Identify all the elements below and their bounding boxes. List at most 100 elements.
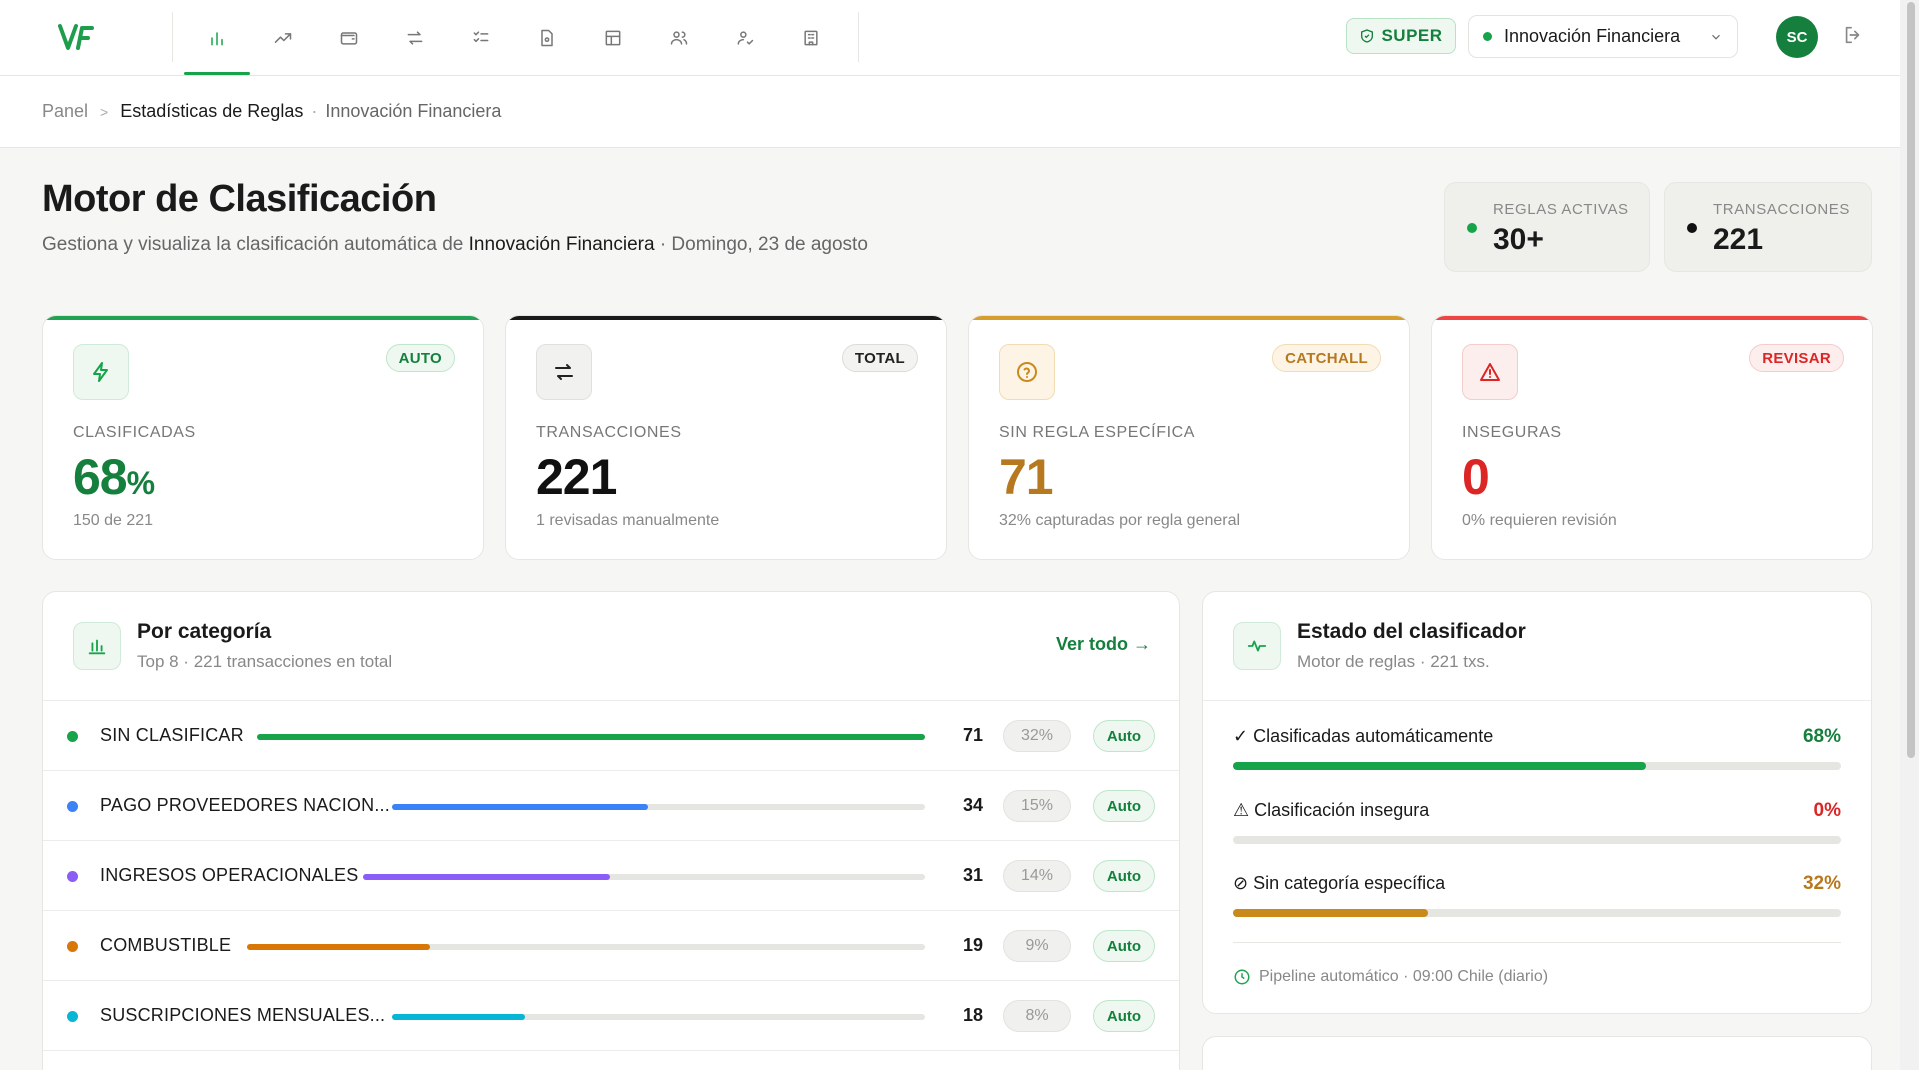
category-name: SUSCRIPCIONES MENSUALES... bbox=[100, 1005, 386, 1025]
transactions-label: TRANSACCIONES bbox=[1713, 201, 1850, 218]
next-panel bbox=[1202, 1036, 1872, 1070]
status-label: ⊘ Sin categoría específica bbox=[1233, 873, 1446, 893]
category-percent: 8% bbox=[1003, 1000, 1071, 1032]
nav-trends-button[interactable] bbox=[265, 20, 301, 56]
document-icon bbox=[541, 29, 553, 47]
brand-logo-icon[interactable] bbox=[56, 18, 96, 58]
nav-transfers-button[interactable] bbox=[397, 20, 433, 56]
breadcrumb-root-link[interactable]: Panel bbox=[42, 101, 88, 122]
kpi-badge: REVISAR bbox=[1749, 344, 1844, 372]
category-bar-track bbox=[257, 734, 925, 740]
active-nav-indicator bbox=[184, 72, 250, 75]
nav-rules-button[interactable] bbox=[463, 20, 499, 56]
transactions-summary: TRANSACCIONES 221 bbox=[1664, 182, 1872, 272]
breadcrumb: Panel > Estadísticas de Reglas · Innovac… bbox=[0, 76, 1900, 148]
category-name: INGRESOS OPERACIONALES bbox=[100, 865, 359, 885]
kpi-card-transactions: TOTAL TRANSACCIONES 221 1 revisadas manu… bbox=[505, 315, 947, 560]
kpi-badge: TOTAL bbox=[841, 344, 918, 372]
nav-divider bbox=[172, 12, 173, 62]
pipeline-note: Pipeline automático · 09:00 Chile (diari… bbox=[1233, 968, 1548, 986]
category-row[interactable]: PAGO PROVEEDORES NACION... 34 15% Auto bbox=[43, 771, 1179, 841]
category-mode-badge: Auto bbox=[1093, 860, 1155, 892]
active-rules-value: 30+ bbox=[1493, 223, 1544, 256]
kpi-unit: % bbox=[126, 465, 155, 501]
pipeline-text: Pipeline automático · 09:00 Chile (diari… bbox=[1259, 968, 1549, 985]
status-value: 32% bbox=[1802, 873, 1841, 894]
panel-title: Por categoría bbox=[137, 620, 272, 643]
category-row[interactable]: COMBUSTIBLE 19 9% Auto bbox=[43, 911, 1179, 981]
view-all-link[interactable]: Ver todo → bbox=[1056, 634, 1151, 655]
category-color-dot bbox=[67, 871, 78, 882]
category-bar-track bbox=[247, 944, 925, 950]
warning-triangle-icon bbox=[1480, 363, 1500, 381]
category-color-dot bbox=[67, 941, 78, 952]
category-count: 34 bbox=[962, 795, 983, 815]
kpi-badge: CATCHALL bbox=[1272, 344, 1381, 372]
kpi-icon-box bbox=[1462, 344, 1518, 400]
category-count: 31 bbox=[962, 865, 983, 885]
org-selector[interactable]: Innovación Financiera bbox=[1468, 15, 1738, 58]
subtitle-org: Innovación Financiera bbox=[468, 234, 655, 255]
nav-tables-button[interactable] bbox=[595, 20, 631, 56]
kpi-card-classified: AUTO CLASIFICADAS 68% 150 de 221 bbox=[42, 315, 484, 560]
org-status-dot bbox=[1483, 32, 1492, 41]
checklist-icon bbox=[473, 31, 489, 43]
shield-check-icon bbox=[1361, 29, 1374, 43]
status-value: 68% bbox=[1802, 726, 1841, 747]
page-title: Motor de Clasificación bbox=[42, 178, 437, 220]
category-bar-track bbox=[363, 874, 925, 880]
active-rules-summary: REGLAS ACTIVAS 30+ bbox=[1444, 182, 1650, 272]
kpi-value: 68% bbox=[73, 448, 155, 506]
category-row[interactable]: SIN CLASIFICAR 71 32% Auto bbox=[43, 701, 1179, 771]
category-row[interactable] bbox=[43, 1051, 1179, 1070]
panel-subtitle: Top 8 · 221 transacciones en total bbox=[137, 652, 393, 671]
category-bar-fill bbox=[257, 734, 925, 740]
clock-icon bbox=[1234, 969, 1250, 985]
chevron-right-icon: > bbox=[100, 103, 109, 120]
nav-documents-button[interactable] bbox=[529, 20, 565, 56]
card-accent-line bbox=[43, 316, 483, 320]
question-circle-icon bbox=[1017, 362, 1037, 382]
nav-users-button[interactable] bbox=[661, 20, 697, 56]
status-divider bbox=[1233, 942, 1841, 943]
breadcrumb-dot: · bbox=[311, 101, 318, 121]
status-dot bbox=[1687, 223, 1697, 233]
category-bar-fill bbox=[392, 1014, 526, 1020]
category-percent: 15% bbox=[1003, 790, 1071, 822]
role-badge: SUPER bbox=[1346, 18, 1456, 54]
category-row[interactable]: INGRESOS OPERACIONALES 31 14% Auto bbox=[43, 841, 1179, 911]
category-mode-badge: Auto bbox=[1093, 790, 1155, 822]
status-bar-fill bbox=[1233, 909, 1428, 917]
logout-button[interactable] bbox=[1842, 24, 1868, 50]
nav-dashboard-button[interactable] bbox=[199, 20, 235, 56]
nav-wallet-button[interactable] bbox=[331, 20, 367, 56]
role-badge-label: SUPER bbox=[1381, 26, 1443, 45]
building-icon bbox=[804, 30, 818, 46]
category-bar-fill bbox=[363, 874, 611, 880]
user-check-icon bbox=[737, 31, 754, 45]
category-percent: 9% bbox=[1003, 930, 1071, 962]
transfer-icon bbox=[407, 31, 423, 45]
page-subtitle: Gestiona y visualiza la clasificación au… bbox=[42, 234, 868, 256]
status-bar-fill bbox=[1233, 762, 1647, 770]
kpi-footnote: 0% requieren revisión bbox=[1462, 512, 1617, 529]
lightning-icon bbox=[93, 362, 108, 382]
chevron-down-icon bbox=[1712, 34, 1720, 40]
category-percent: 14% bbox=[1003, 860, 1071, 892]
category-panel: Por categoría Top 8 · 221 transacciones … bbox=[42, 591, 1180, 1070]
card-accent-line bbox=[506, 316, 946, 320]
kpi-label: SIN REGLA ESPECÍFICA bbox=[999, 424, 1196, 441]
kpi-icon-box bbox=[73, 344, 129, 400]
category-row[interactable]: SUSCRIPCIONES MENSUALES... 18 8% Auto bbox=[43, 981, 1179, 1051]
category-bar-fill bbox=[247, 944, 431, 950]
status-value: 0% bbox=[1813, 800, 1841, 821]
user-avatar[interactable]: SC bbox=[1776, 16, 1818, 58]
nav-user-check-button[interactable] bbox=[727, 20, 763, 56]
status-dot bbox=[1467, 223, 1477, 233]
subtitle-date: · Domingo, 23 de agosto bbox=[654, 234, 868, 255]
scrollbar-thumb[interactable] bbox=[1907, 2, 1915, 758]
nav-companies-button[interactable] bbox=[793, 20, 829, 56]
kpi-label: TRANSACCIONES bbox=[536, 424, 682, 441]
kpi-value: 221 bbox=[536, 449, 617, 505]
kpi-badge: AUTO bbox=[385, 344, 455, 372]
